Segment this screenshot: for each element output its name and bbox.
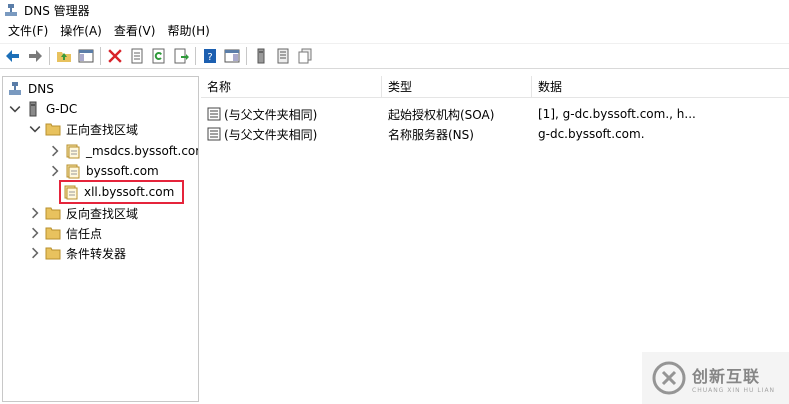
watermark-logo-icon: [652, 361, 686, 395]
tree-node-conditional-forwarders[interactable]: 条件转发器: [29, 243, 126, 263]
tree-label: xll.byssoft.com: [84, 185, 175, 199]
tree-label: DNS: [28, 82, 54, 96]
record-type: 起始授权机构(SOA): [388, 107, 495, 122]
refresh-button[interactable]: [148, 45, 170, 67]
watermark-sub: CHUANG XIN HU LIAN: [692, 386, 776, 394]
forward-arrow-icon: [29, 50, 42, 62]
title-bar: DNS 管理器: [0, 0, 789, 20]
forward-button[interactable]: [24, 45, 46, 67]
export-list-icon: [174, 48, 189, 64]
tree-node-reverse-zones[interactable]: 反向查找区域: [29, 203, 138, 223]
help-button[interactable]: ?: [199, 45, 221, 67]
zone-icon: [66, 144, 80, 159]
server-button[interactable]: [250, 45, 272, 67]
help-icon: ?: [204, 49, 216, 63]
copy-button[interactable]: [294, 45, 316, 67]
up-level-button[interactable]: [53, 45, 75, 67]
menu-view[interactable]: 查看(V): [108, 20, 162, 42]
toolbar-separator: [100, 47, 101, 65]
show-hide-tree-button[interactable]: [75, 45, 97, 67]
delete-button[interactable]: [104, 45, 126, 67]
column-header-name[interactable]: 名称: [201, 76, 382, 98]
show-hide-tree-icon: [78, 49, 94, 63]
watermark-text: 创新互联 CHUANG XIN HU LIAN: [692, 363, 775, 394]
zone-icon: [64, 185, 78, 200]
back-button[interactable]: [2, 45, 24, 67]
dns-app-icon: [5, 4, 17, 16]
toolbar: ?: [0, 43, 789, 69]
chevron-right-icon[interactable]: [49, 145, 61, 157]
chevron-right-icon[interactable]: [29, 227, 41, 239]
show-pane-icon: [224, 49, 240, 63]
chevron-right-icon[interactable]: [49, 165, 61, 177]
zone-icon: [66, 164, 80, 179]
back-arrow-icon: [6, 50, 19, 62]
tree-label: G-DC: [46, 102, 78, 116]
delete-icon: [108, 49, 122, 63]
tree-node-zone-xll[interactable]: xll.byssoft.com: [59, 180, 185, 204]
window-title: DNS 管理器: [24, 3, 90, 18]
tree-label: byssoft.com: [86, 164, 159, 178]
server-icon: [29, 101, 37, 117]
menu-help[interactable]: 帮助(H): [161, 20, 215, 42]
record-data: [1], g-dc.byssoft.com., h...: [538, 107, 696, 121]
dns-icon: [9, 82, 21, 95]
toolbar-separator: [246, 47, 247, 65]
svg-text:?: ?: [207, 52, 212, 63]
folder-icon: [45, 227, 61, 240]
tree-node-dns[interactable]: DNS: [7, 79, 54, 99]
record-icon: [207, 127, 221, 141]
tree-label: 正向查找区域: [66, 122, 139, 137]
list-header: 名称 类型 数据: [201, 76, 789, 98]
menu-bar: 文件(F) 操作(A) 查看(V) 帮助(H): [0, 20, 789, 42]
tree-node-trust-points[interactable]: 信任点: [29, 223, 102, 243]
copy-icon: [298, 48, 312, 64]
up-folder-icon: [57, 52, 71, 62]
tree-label: 反向查找区域: [66, 206, 139, 221]
toolbar-separator: [49, 47, 50, 65]
cell-name: (与父文件夹相同): [201, 126, 382, 143]
folder-icon: [45, 207, 61, 220]
toolbar-separator: [195, 47, 196, 65]
export-list-button[interactable]: [170, 45, 192, 67]
tree-label: 条件转发器: [66, 246, 127, 261]
properties-icon: [131, 48, 143, 64]
table-row[interactable]: (与父文件夹相同) 起始授权机构(SOA) [1], g-dc.byssoft.…: [201, 104, 789, 124]
folder-icon: [45, 123, 61, 136]
chevron-right-icon[interactable]: [29, 247, 41, 259]
chevron-right-icon[interactable]: [29, 207, 41, 219]
tree-node-zone-msdcs[interactable]: _msdcs.byssoft.com: [49, 141, 199, 161]
menu-action[interactable]: 操作(A): [54, 20, 108, 42]
folder-icon: [45, 247, 61, 260]
record-data: g-dc.byssoft.com.: [538, 127, 645, 141]
column-header-data[interactable]: 数据: [532, 76, 789, 98]
tree-node-zone-byssoft[interactable]: byssoft.com: [49, 161, 159, 181]
show-action-pane-button[interactable]: [221, 45, 243, 67]
record-name: (与父文件夹相同): [224, 107, 318, 122]
table-row[interactable]: (与父文件夹相同) 名称服务器(NS) g-dc.byssoft.com.: [201, 124, 789, 144]
watermark: 创新互联 CHUANG XIN HU LIAN: [642, 352, 789, 404]
record-type: 名称服务器(NS): [388, 127, 474, 142]
tree-node-server[interactable]: G-DC: [9, 99, 77, 119]
list-button[interactable]: [272, 45, 294, 67]
chevron-down-icon[interactable]: [9, 103, 21, 115]
tree-node-forward-zones[interactable]: 正向查找区域: [29, 119, 138, 139]
console-tree: DNS G-DC 正向查找区域 _msdcs.byssoft.com bysso…: [2, 76, 199, 402]
menu-file[interactable]: 文件(F): [2, 20, 54, 42]
chevron-down-icon[interactable]: [29, 123, 41, 135]
cell-name: (与父文件夹相同): [201, 106, 382, 123]
record-icon: [207, 107, 221, 121]
server-icon: [257, 48, 265, 64]
watermark-main: 创新互联: [692, 366, 761, 386]
tree-label: _msdcs.byssoft.com: [86, 144, 199, 158]
refresh-icon: [152, 48, 165, 64]
record-name: (与父文件夹相同): [224, 127, 318, 142]
tree-label: 信任点: [66, 226, 103, 241]
properties-button[interactable]: [126, 45, 148, 67]
column-header-type[interactable]: 类型: [382, 76, 532, 98]
list-icon: [277, 48, 289, 64]
